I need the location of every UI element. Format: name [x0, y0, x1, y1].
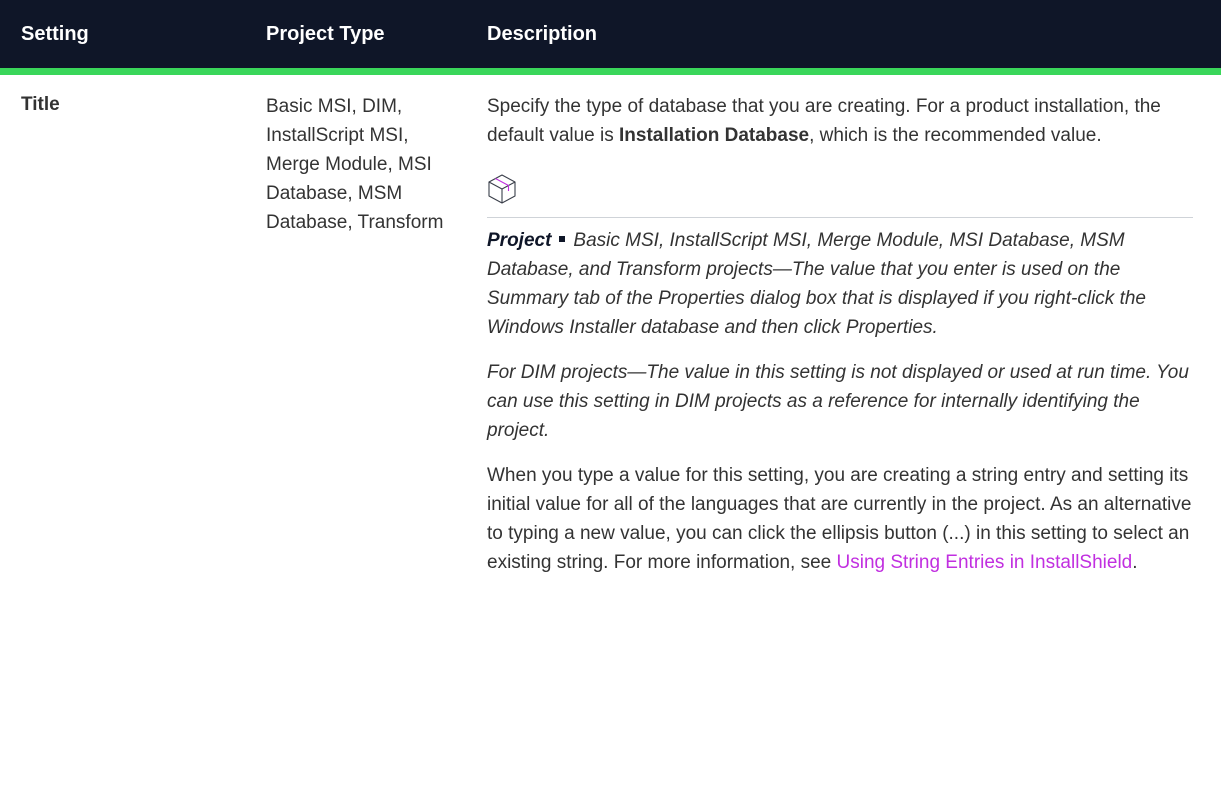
table-row: Title Basic MSI, DIM, InstallScript MSI,…: [0, 75, 1221, 594]
note-label: Project: [487, 230, 552, 251]
using-string-entries-link[interactable]: Using String Entries in InstallShield: [837, 552, 1133, 573]
project-note: Project Basic MSI, InstallScript MSI, Mer…: [487, 167, 1193, 445]
setting-name: Title: [21, 94, 60, 115]
description-final: When you type a value for this setting, …: [487, 461, 1193, 577]
note-paragraph-1: Project Basic MSI, InstallScript MSI, Mer…: [487, 226, 1193, 342]
description-final-end: .: [1132, 552, 1138, 573]
header-description: Description: [487, 22, 598, 45]
note-bullet: [559, 236, 566, 243]
default-value-bold: Installation Database: [619, 125, 810, 146]
description-intro-end: , which is the recommended value.: [809, 125, 1102, 146]
project-box-icon: [487, 167, 1193, 211]
description-cell: Specify the type of database that you ar…: [487, 92, 1221, 594]
note-text-1: Basic MSI, InstallScript MSI, Merge Modu…: [487, 230, 1146, 338]
header-setting: Setting: [21, 22, 89, 45]
table-header: Setting Project Type Description: [0, 0, 1221, 75]
project-type-cell: Basic MSI, DIM, InstallScript MSI, Merge…: [266, 96, 444, 233]
settings-table: Setting Project Type Description Title B…: [0, 0, 1221, 594]
description-intro: Specify the type of database that you ar…: [487, 92, 1193, 150]
note-divider: [487, 217, 1193, 218]
note-paragraph-2: For DIM projects—The value in this setti…: [487, 362, 1189, 441]
header-project-type: Project Type: [266, 22, 385, 45]
